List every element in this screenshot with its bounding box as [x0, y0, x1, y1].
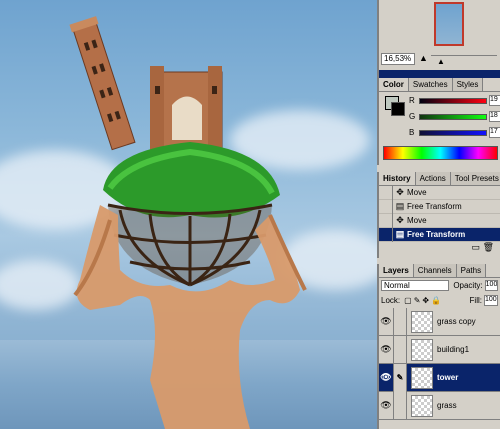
tab-tool-presets[interactable]: Tool Presets	[450, 172, 500, 185]
color-row-g: G 18	[409, 110, 500, 123]
b-value[interactable]: 17	[489, 127, 500, 138]
g-value[interactable]: 18	[489, 111, 500, 122]
zoom-field[interactable]: 16,53%	[381, 53, 415, 65]
layer-name: building1	[437, 345, 470, 354]
layer-name: grass copy	[437, 317, 476, 326]
layer-link-toggle[interactable]	[393, 335, 407, 364]
zoom-slider[interactable]: ▲	[431, 55, 497, 66]
layer-row[interactable]: 👁 building1	[379, 335, 500, 364]
color-spectrum[interactable]	[383, 146, 498, 160]
background-color-swatch[interactable]	[391, 102, 405, 116]
layer-options-row: Normal Opacity: 100	[379, 278, 500, 293]
r-value[interactable]: 19	[489, 95, 500, 106]
b-slider[interactable]	[419, 129, 487, 136]
panel-title-bar[interactable]	[379, 70, 500, 78]
layers-tabs: Layers Channels Paths	[379, 264, 500, 278]
history-item-selected[interactable]: ▤ Free Transform	[379, 227, 500, 242]
history-brush-source[interactable]	[379, 213, 393, 228]
history-item[interactable]: ▤ Free Transform	[379, 199, 500, 214]
tab-swatches[interactable]: Swatches	[408, 78, 453, 91]
new-snapshot-icon[interactable]: ▭	[472, 242, 481, 252]
tab-history[interactable]: History	[379, 172, 416, 185]
channel-label: B	[409, 128, 415, 137]
eye-icon[interactable]: 👁	[379, 400, 393, 411]
color-panel: Color Swatches Styles R 19 G 18 B 17	[377, 70, 500, 165]
tab-color[interactable]: Color	[379, 78, 409, 91]
history-item-label: Free Transform	[407, 230, 466, 239]
transform-icon: ▤	[395, 201, 405, 211]
eye-icon[interactable]: 👁	[379, 316, 393, 327]
history-item-label: Move	[407, 216, 427, 225]
eye-icon[interactable]: 👁	[379, 372, 393, 383]
channel-label: G	[409, 112, 416, 121]
history-brush-source[interactable]	[379, 185, 393, 200]
tab-styles[interactable]: Styles	[452, 78, 484, 91]
history-item[interactable]: ✥ Move	[379, 213, 500, 228]
layer-row[interactable]: 👁 grass copy	[379, 307, 500, 336]
lock-paint-icon[interactable]: ✎	[414, 296, 421, 305]
channel-label: R	[409, 96, 415, 105]
layer-name: tower	[437, 373, 459, 382]
lock-move-icon[interactable]: ✥	[422, 296, 429, 305]
fill-field[interactable]: 100	[484, 295, 498, 306]
leaning-tower-image	[69, 16, 307, 429]
move-tool-icon: ✥	[396, 215, 404, 225]
transform-icon: ▤	[395, 229, 405, 239]
layer-thumbnail	[411, 338, 433, 361]
slider-knob-icon[interactable]: ▲	[437, 57, 445, 66]
lock-row: Lock: ▢ ✎ ✥ 🔒 Fill: 100	[379, 293, 500, 308]
history-tabs: History Actions Tool Presets	[379, 172, 500, 186]
brush-icon[interactable]: ✎	[393, 363, 407, 392]
layers-panel: Layers Channels Paths Normal Opacity: 10…	[377, 264, 500, 429]
navigator-panel: 16,53% ▲ ▲	[377, 0, 500, 70]
layer-link-toggle[interactable]	[393, 307, 407, 336]
history-brush-source[interactable]	[379, 199, 393, 214]
layer-row[interactable]: 👁 grass	[379, 391, 500, 420]
navigator-thumbnail[interactable]	[434, 2, 464, 46]
fill-label: Fill:	[469, 296, 482, 305]
history-item-label: Move	[407, 188, 427, 197]
lock-transparency-icon[interactable]: ▢	[404, 296, 412, 305]
layer-row-selected[interactable]: 👁 ✎ tower	[379, 363, 500, 392]
layer-thumbnail	[411, 310, 433, 333]
history-footer: ▭ 🗑	[379, 242, 500, 254]
history-panel: History Actions Tool Presets ✥ Move ▤ Fr…	[377, 172, 500, 258]
r-slider[interactable]	[419, 97, 487, 104]
layer-thumbnail	[411, 366, 433, 389]
lock-all-icon[interactable]: 🔒	[431, 296, 441, 305]
eye-icon[interactable]: 👁	[379, 344, 393, 355]
history-item[interactable]: ✥ Move	[379, 185, 500, 200]
history-item-label: Free Transform	[407, 202, 462, 211]
layer-thumbnail	[411, 394, 433, 417]
tab-channels[interactable]: Channels	[413, 264, 457, 277]
document-canvas[interactable]	[0, 0, 377, 429]
zoom-out-icon[interactable]: ▲	[419, 53, 428, 63]
opacity-field[interactable]: 100	[484, 280, 498, 291]
tab-paths[interactable]: Paths	[456, 264, 487, 277]
trash-icon[interactable]: 🗑	[483, 242, 494, 252]
tab-actions[interactable]: Actions	[415, 172, 451, 185]
history-brush-source[interactable]	[379, 227, 393, 242]
color-tabs: Color Swatches Styles	[379, 78, 500, 92]
color-row-b: B 17	[409, 126, 500, 139]
opacity-label: Opacity:	[453, 281, 483, 290]
tab-layers[interactable]: Layers	[379, 264, 414, 277]
blend-mode-select[interactable]: Normal	[381, 280, 450, 291]
color-row-r: R 19	[409, 94, 500, 107]
lock-label: Lock:	[381, 296, 401, 305]
g-slider[interactable]	[419, 113, 487, 120]
layer-link-toggle[interactable]	[393, 391, 407, 420]
layer-name: grass	[437, 401, 457, 410]
move-tool-icon: ✥	[396, 187, 404, 197]
